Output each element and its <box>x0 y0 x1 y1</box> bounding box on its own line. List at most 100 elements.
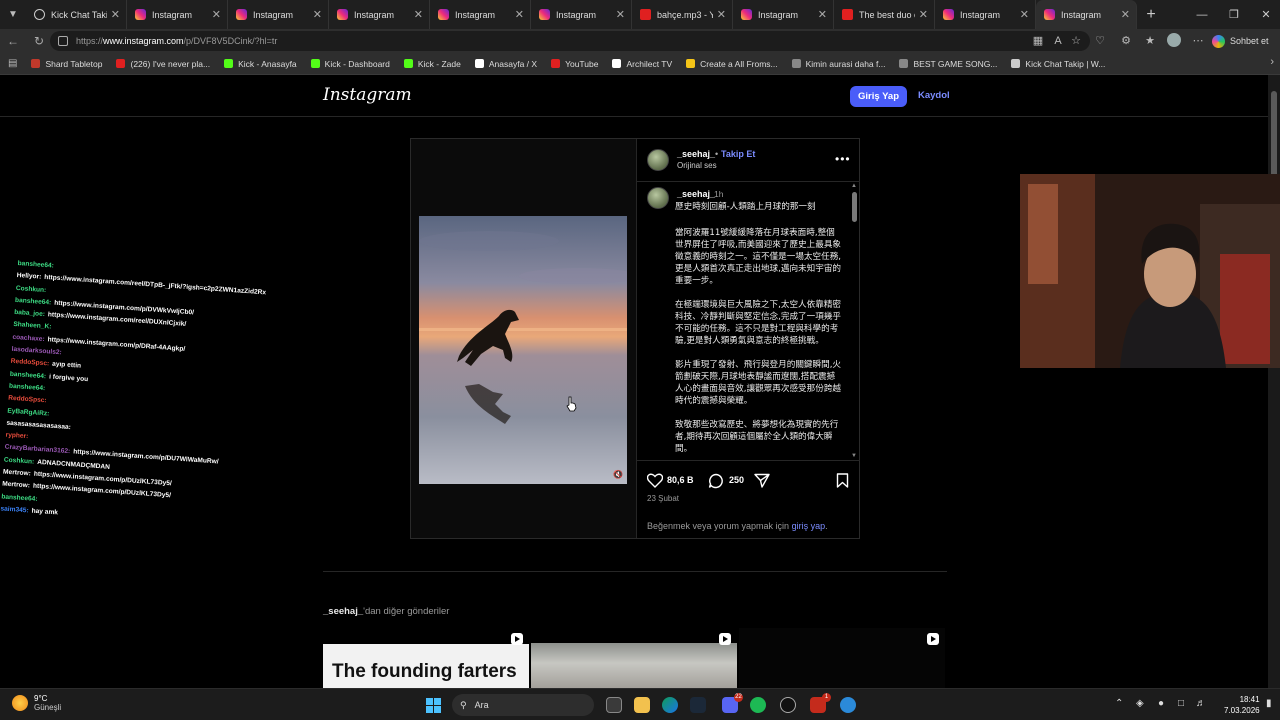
author-avatar[interactable] <box>647 149 669 171</box>
tray-chevron-icon[interactable]: ⌃ <box>1115 698 1123 709</box>
mute-icon[interactable]: 🔇 <box>613 470 623 479</box>
tab-close-icon[interactable]: ✕ <box>717 8 726 21</box>
bookmark-item[interactable]: Kimin aurasi daha f... <box>791 59 885 69</box>
browser-tab[interactable]: Instagram ✕ <box>1036 0 1137 29</box>
scroll-down-icon[interactable]: ▼ <box>851 453 857 459</box>
reel-video[interactable] <box>419 216 627 484</box>
login-prompt-link[interactable]: giriş yap <box>792 521 826 531</box>
share-icon[interactable] <box>754 473 770 488</box>
bookmark-item[interactable]: Anasayfa / X <box>474 59 537 69</box>
tray-app-icon[interactable]: ◈ <box>1136 698 1144 709</box>
bookmark-item[interactable]: Kick - Zade <box>403 59 461 69</box>
tab-close-icon[interactable]: ✕ <box>515 8 524 21</box>
read-aloud-icon[interactable]: A <box>1050 33 1066 49</box>
comment-icon[interactable] <box>708 473 724 489</box>
favorite-star-icon[interactable]: ☆ <box>1068 33 1084 49</box>
copilot-button[interactable]: Sohbet et <box>1212 32 1274 50</box>
more-posts-user[interactable]: _seehaj_ <box>323 606 363 617</box>
network-icon[interactable]: □ <box>1178 698 1184 709</box>
tab-close-icon[interactable]: ✕ <box>919 8 928 21</box>
caption-scroll-thumb[interactable] <box>852 192 857 222</box>
browser-tab[interactable]: The best duo eve ✕ <box>834 0 935 29</box>
new-tab-button[interactable]: + <box>1137 6 1165 24</box>
bookmarks-overflow-icon[interactable]: › <box>1270 56 1274 68</box>
browser-tab[interactable]: Instagram ✕ <box>228 0 329 29</box>
tab-close-icon[interactable]: ✕ <box>414 8 423 21</box>
notifications-icon[interactable]: ▮ <box>1266 698 1272 709</box>
site-info-icon[interactable] <box>58 36 68 46</box>
bookmark-item[interactable]: BEST GAME SONG... <box>899 59 997 69</box>
network-app-icon[interactable] <box>840 697 856 713</box>
follow-button[interactable]: Takip Et <box>721 149 755 159</box>
settings-more-icon[interactable]: ⋯ <box>1190 33 1206 49</box>
login-button[interactable]: Giriş Yap <box>850 86 907 107</box>
taskbar-search[interactable]: ⚲ Ara <box>452 694 594 716</box>
file-explorer-icon[interactable] <box>634 697 650 713</box>
like-count[interactable]: 80,6 B <box>667 475 694 485</box>
tab-close-icon[interactable]: ✕ <box>111 8 120 21</box>
browser-tab[interactable]: Instagram ✕ <box>531 0 632 29</box>
browser-tab[interactable]: Instagram ✕ <box>935 0 1036 29</box>
caption-author[interactable]: _seehaj_ <box>677 189 715 199</box>
app-icon[interactable]: 1 <box>810 693 831 713</box>
start-button[interactable] <box>426 698 441 713</box>
browser-tab[interactable]: Kick Chat Takip | W ✕ <box>26 0 127 29</box>
weather-widget[interactable]: 9°C Güneşli <box>12 694 61 712</box>
bookmark-item[interactable]: (226) I've never pla... <box>116 59 210 69</box>
task-view-icon[interactable] <box>606 697 622 713</box>
unreal-icon[interactable] <box>780 697 796 713</box>
caption-scrollbar[interactable]: ▲ ▼ <box>851 183 859 460</box>
browser-tab[interactable]: Instagram ✕ <box>127 0 228 29</box>
discord-icon[interactable]: 22 <box>722 693 743 713</box>
scroll-up-icon[interactable]: ▲ <box>851 183 857 189</box>
restore-icon[interactable]: ❐ <box>1218 0 1250 29</box>
browser-tab[interactable]: Instagram ✕ <box>329 0 430 29</box>
caption-avatar[interactable] <box>647 187 669 209</box>
spotify-icon[interactable] <box>750 697 766 713</box>
browser-tab[interactable]: Instagram ✕ <box>430 0 531 29</box>
browser-tab[interactable]: bahçe.mp3 - YouT ✕ <box>632 0 733 29</box>
tab-close-icon[interactable]: ✕ <box>313 8 322 21</box>
microphone-icon[interactable]: ● <box>1158 698 1164 709</box>
profile-avatar[interactable] <box>1166 33 1182 49</box>
steam-icon[interactable] <box>690 697 706 713</box>
save-bookmark-icon[interactable] <box>836 473 849 488</box>
tab-close-icon[interactable]: ✕ <box>818 8 827 21</box>
app-available-icon[interactable]: ▦ <box>1030 33 1046 49</box>
like-heart-icon[interactable] <box>647 473 663 488</box>
extensions-icon[interactable]: ⚙ <box>1118 33 1134 49</box>
comment-count[interactable]: 250 <box>729 475 744 485</box>
tab-close-icon[interactable]: ✕ <box>1121 8 1130 21</box>
back-icon[interactable]: ← <box>0 29 26 53</box>
post-media[interactable]: 🔇 <box>411 139 636 538</box>
tab-actions-menu-icon[interactable]: ▼ <box>0 0 26 29</box>
bookmark-item[interactable]: Archilect TV <box>612 59 672 69</box>
more-post-thumb-3[interactable] <box>739 628 945 688</box>
more-post-thumb-1[interactable]: The founding farters <box>323 628 529 688</box>
signup-link[interactable]: Kaydol <box>918 90 950 101</box>
author-name[interactable]: _seehaj_ <box>677 149 715 159</box>
bookmark-item[interactable]: Shard Tabletop <box>31 59 102 69</box>
refresh-icon[interactable]: ↻ <box>26 29 52 53</box>
bookmark-item[interactable]: Kick - Anasayfa <box>224 59 297 69</box>
collections-icon[interactable]: ▤ <box>8 58 17 69</box>
more-options-icon[interactable]: ••• <box>835 152 851 166</box>
favorites-icon[interactable]: ★ <box>1142 33 1158 49</box>
clock[interactable]: 18:41 7.03.2026 <box>1224 694 1260 716</box>
instagram-logo[interactable]: Instagram <box>323 85 412 105</box>
close-window-icon[interactable]: ✕ <box>1250 0 1280 29</box>
tab-close-icon[interactable]: ✕ <box>212 8 221 21</box>
more-post-thumb-2[interactable] <box>531 628 737 688</box>
edge-icon[interactable] <box>662 697 678 713</box>
browser-essentials-icon[interactable]: ♡ <box>1092 33 1108 49</box>
audio-label[interactable]: Orijinal ses <box>677 161 717 170</box>
url-input[interactable]: https://www.instagram.com/p/DVF8V5DCink/… <box>50 31 1090 51</box>
bookmark-item[interactable]: Kick Chat Takip | W... <box>1011 59 1105 69</box>
bookmark-item[interactable]: Create a All Froms... <box>686 59 778 69</box>
page-scrollbar[interactable] <box>1268 75 1280 688</box>
browser-tab[interactable]: Instagram ✕ <box>733 0 834 29</box>
bookmark-item[interactable]: Kick - Dashboard <box>310 59 390 69</box>
tab-close-icon[interactable]: ✕ <box>616 8 625 21</box>
tab-close-icon[interactable]: ✕ <box>1020 8 1029 21</box>
bookmark-item[interactable]: YouTube <box>551 59 598 69</box>
